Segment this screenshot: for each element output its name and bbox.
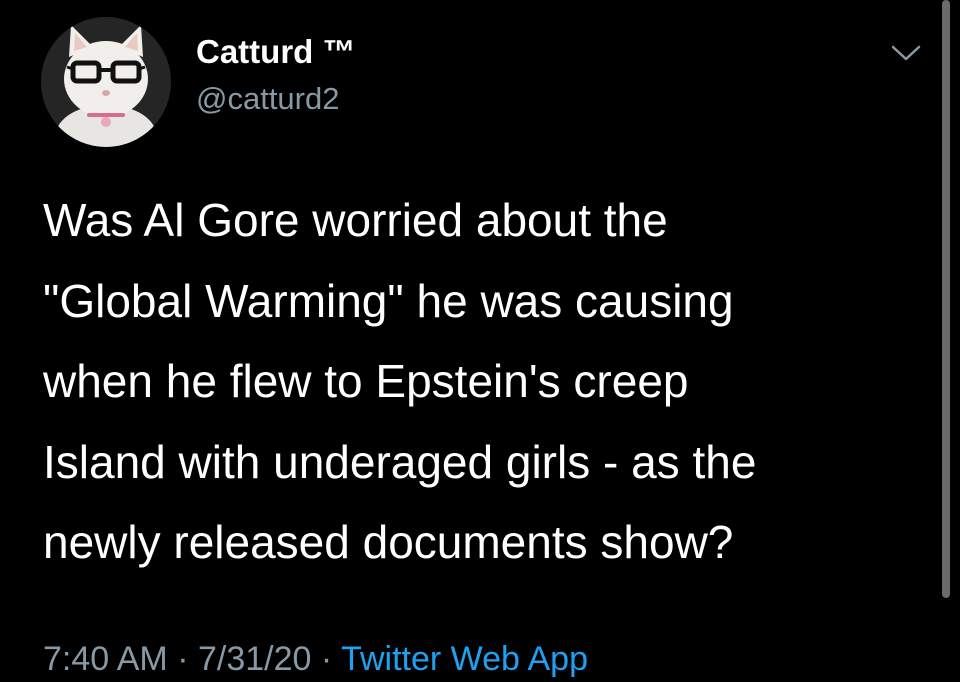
user-handle[interactable]: @catturd2 — [196, 78, 339, 120]
tweet-date[interactable]: 7/31/20 — [198, 640, 311, 678]
scrollbar[interactable] — [942, 0, 950, 598]
tweet-text-line: "Global Warming" he was causing — [43, 274, 734, 327]
display-name[interactable]: Catturd ™ — [196, 30, 356, 74]
separator-dot: · — [320, 640, 333, 678]
tweet-source-link[interactable]: Twitter Web App — [341, 640, 588, 678]
tweet-text-line: Was Al Gore worried about the — [43, 194, 668, 246]
chevron-down-icon[interactable] — [890, 42, 922, 64]
avatar[interactable] — [41, 17, 171, 147]
tweet-text-line: newly released documents show? — [43, 516, 734, 568]
separator-dot: · — [177, 640, 189, 678]
cat-avatar-image — [41, 17, 171, 147]
tweet-text-line: Island with underaged girls - as the — [43, 435, 757, 488]
tweet-text: Was Al Gore worried about the "Global Wa… — [43, 180, 923, 583]
tweet-metadata: 7:40 AM · 7/31/20 · Twitter Web App — [43, 636, 588, 682]
tweet-time[interactable]: 7:40 AM — [43, 640, 168, 678]
tweet-text-line: when he flew to Epstein's creep — [43, 355, 689, 407]
